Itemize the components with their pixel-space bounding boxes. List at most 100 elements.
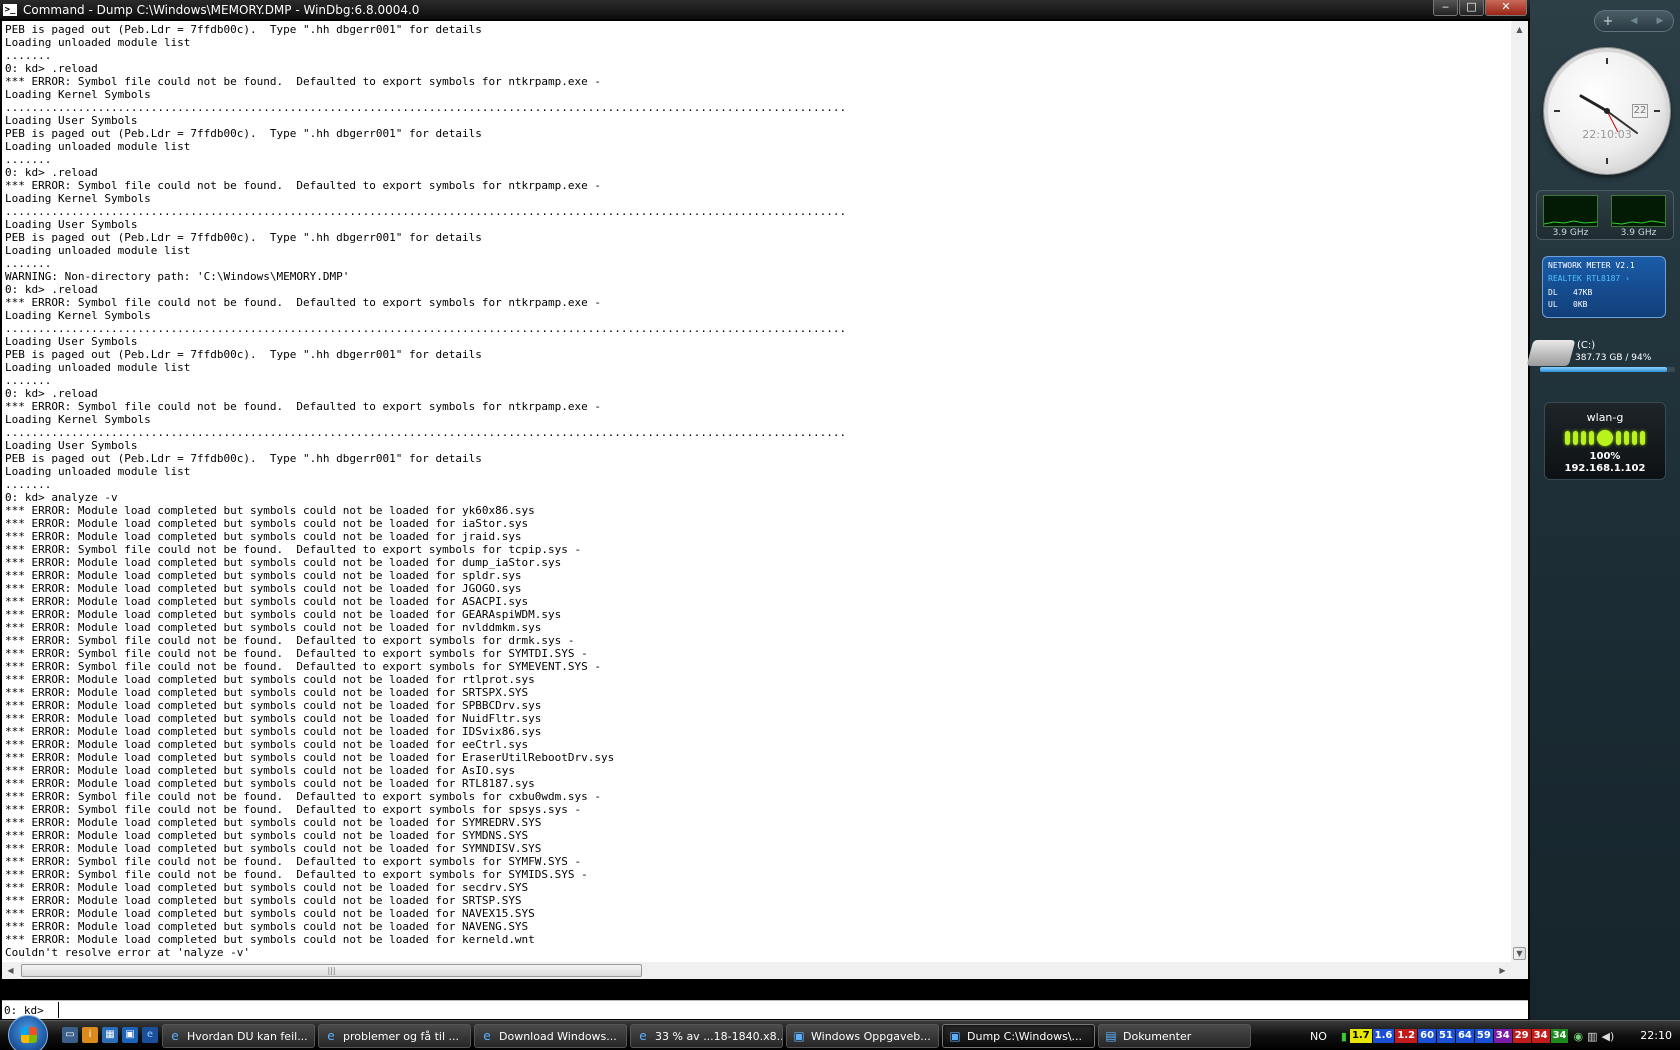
task-app-icon: e xyxy=(639,1029,647,1043)
drive-meter-gadget[interactable]: (C:) 387.73 GB / 94% xyxy=(1526,336,1680,378)
task-app-icon: e xyxy=(483,1029,491,1043)
taskbar-button[interactable]: ▤ Dokumenter xyxy=(1098,1024,1251,1048)
tray-sensor-value[interactable]: 1.7 xyxy=(1349,1029,1372,1043)
minimize-button[interactable]: ‒ xyxy=(1433,0,1458,16)
network-meter-gadget[interactable]: NETWORK METER V2.1 REALTEK RTL8187 › DL … xyxy=(1542,256,1666,318)
maximize-button[interactable]: □ xyxy=(1459,0,1484,16)
download-value: 47KB xyxy=(1573,288,1593,297)
log-line: PEB is paged out (Peb.Ldr = 7ffdb00c). T… xyxy=(5,348,482,361)
clock-gadget[interactable]: 22 22:10:03 xyxy=(1544,48,1670,174)
scroll-right-arrow-icon[interactable]: ▶ xyxy=(1494,962,1511,979)
windows-logo-icon xyxy=(21,1027,37,1043)
tray-sensor-value[interactable]: 59 xyxy=(1474,1029,1493,1043)
windbg-window: >_ Command - Dump C:\Windows\MEMORY.DMP … xyxy=(0,0,1530,1020)
log-line: 0: kd> .reload xyxy=(5,166,98,179)
log-line: *** ERROR: Symbol file could not be foun… xyxy=(5,400,602,413)
task-app-icon: e xyxy=(171,1029,179,1043)
show-desktop-icon[interactable]: ▭ xyxy=(62,1027,78,1043)
log-line: *** ERROR: Module load completed but sym… xyxy=(5,842,542,855)
cpu-core1-graph xyxy=(1543,195,1598,227)
vertical-scrollbar[interactable]: ▲ ▼ xyxy=(1511,21,1528,979)
tray-app-icon[interactable]: ◉ xyxy=(1573,1030,1583,1043)
log-line: ........................................… xyxy=(5,101,847,114)
log-line: *** ERROR: Module load completed but sym… xyxy=(5,777,535,790)
next-gadget-icon[interactable]: ▶ xyxy=(1647,16,1673,26)
language-indicator[interactable]: NO xyxy=(1310,1030,1327,1043)
taskbar-button[interactable]: e Download Windows... xyxy=(474,1024,627,1048)
log-line: *** ERROR: Symbol file could not be foun… xyxy=(5,296,602,309)
title-bar[interactable]: >_ Command - Dump C:\Windows\MEMORY.DMP … xyxy=(0,0,1530,19)
log-line: PEB is paged out (Peb.Ldr = 7ffdb00c). T… xyxy=(5,127,482,140)
caption-buttons: ‒ □ ✕ xyxy=(1433,0,1527,16)
scroll-down-arrow-icon[interactable]: ▼ xyxy=(1511,945,1528,962)
log-line: *** ERROR: Module load completed but sym… xyxy=(5,751,615,764)
log-line: *** ERROR: Symbol file could not be foun… xyxy=(5,647,588,660)
prev-gadget-icon[interactable]: ◀ xyxy=(1621,16,1647,26)
taskbar-button-label: Hvordan DU kan feil... xyxy=(187,1029,308,1043)
add-gadget-icon[interactable]: + xyxy=(1595,14,1621,29)
command-output-pane[interactable]: PEB is paged out (Peb.Ldr = 7ffdb00c). T… xyxy=(2,21,1528,979)
scroll-up-arrow-icon[interactable]: ▲ xyxy=(1511,21,1528,38)
info-icon[interactable]: i xyxy=(82,1027,98,1043)
start-button[interactable] xyxy=(8,1015,48,1050)
close-button[interactable]: ✕ xyxy=(1485,0,1527,16)
log-line: *** ERROR: Module load completed but sym… xyxy=(5,699,542,712)
tray-sensor-values: 1.7 1.6 1.2 60 51 64 59 34 29 34 34 xyxy=(1349,1029,1570,1043)
taskbar-button[interactable]: e problemer og få til ... xyxy=(318,1024,471,1048)
tray-sensor-value[interactable]: 34 xyxy=(1550,1029,1569,1043)
taskbar-button[interactable]: e Hvordan DU kan feil... xyxy=(162,1024,315,1048)
tray-sensor-value[interactable]: 1.2 xyxy=(1395,1029,1418,1043)
log-line: *** ERROR: Module load completed but sym… xyxy=(5,764,515,777)
output-log: PEB is paged out (Peb.Ldr = 7ffdb00c). T… xyxy=(5,23,1510,966)
taskbar-button[interactable]: ▣ Dump C:\Windows\... xyxy=(942,1024,1095,1048)
command-input[interactable] xyxy=(58,1002,1518,1018)
log-line: *** ERROR: Module load completed but sym… xyxy=(5,738,529,751)
tray-sensor-value[interactable]: 51 xyxy=(1437,1029,1455,1043)
cpu-meter-gadget[interactable]: 3.9 GHz 3.9 GHz xyxy=(1536,190,1674,240)
log-line: Loading User Symbols xyxy=(5,218,138,231)
tray-sensor-value[interactable]: 64 xyxy=(1455,1029,1474,1043)
tray-sensor-value[interactable]: 60 xyxy=(1418,1029,1437,1043)
cpu-graph-icon xyxy=(1543,220,1598,225)
log-line: *** ERROR: Module load completed but sym… xyxy=(5,608,562,621)
taskbar-button[interactable]: e 33 % av ...18-1840.x8... xyxy=(630,1024,783,1048)
log-line: *** ERROR: Symbol file could not be foun… xyxy=(5,790,602,803)
log-line: *** ERROR: Symbol file could not be foun… xyxy=(5,543,582,556)
wifi-signal-icon xyxy=(1555,430,1655,446)
cpu-core1-label: 3.9 GHz xyxy=(1552,228,1589,238)
tray-chart-icon[interactable]: ▮ xyxy=(1341,1030,1347,1043)
network-tray-icon[interactable]: ▥ xyxy=(1587,1030,1597,1043)
log-line: *** ERROR: Module load completed but sym… xyxy=(5,517,529,530)
tray-sensor-value[interactable]: 1.6 xyxy=(1372,1029,1395,1043)
log-line: ........................................… xyxy=(5,426,847,439)
tray-sensor-value[interactable]: 34 xyxy=(1531,1029,1550,1043)
taskbar: ▭ i ▦ ▣ e e Hvordan DU kan feil... e proble… xyxy=(0,1015,1680,1050)
log-line: ....... xyxy=(5,153,52,166)
log-line: *** ERROR: Module load completed but sym… xyxy=(5,530,522,543)
log-line: *** ERROR: Module load completed but sym… xyxy=(5,621,542,634)
log-line: *** ERROR: Symbol file could not be foun… xyxy=(5,803,582,816)
log-line: *** ERROR: Module load completed but sym… xyxy=(5,725,542,738)
taskbar-button-label: 33 % av ...18-1840.x8... xyxy=(655,1029,783,1043)
computer-icon[interactable]: ▣ xyxy=(122,1027,138,1043)
scroll-left-arrow-icon[interactable]: ◀ xyxy=(2,962,19,979)
tray-clock[interactable]: 22:10 xyxy=(1640,1029,1672,1042)
log-line: Loading Kernel Symbols xyxy=(5,309,151,322)
taskbar-button[interactable]: ▣ Windows Oppgaveb... xyxy=(786,1024,939,1048)
command-bar: 0: kd> xyxy=(2,1000,1528,1019)
log-line: Loading Kernel Symbols xyxy=(5,192,151,205)
console-icon: >_ xyxy=(3,3,17,16)
log-line: *** ERROR: Symbol file could not be foun… xyxy=(5,75,602,88)
cpu-core2-label: 3.9 GHz xyxy=(1620,228,1657,238)
internet-explorer-icon[interactable]: e xyxy=(142,1027,158,1043)
log-line: ........................................… xyxy=(5,205,847,218)
horizontal-scroll-thumb[interactable]: ||| xyxy=(21,964,642,977)
tray-sensor-value[interactable]: 29 xyxy=(1512,1029,1531,1043)
volume-icon[interactable]: ◀) xyxy=(1602,1030,1615,1043)
wlan-gadget[interactable]: wlan-g 100% 192.168.1.102 xyxy=(1544,402,1666,480)
windows-sidebar: + ◀ ▶ 22 22:10:03 3.9 GHz 3.9 GHz NETWOR… xyxy=(1526,0,1680,1020)
switch-windows-icon[interactable]: ▦ xyxy=(102,1027,118,1043)
log-line: PEB is paged out (Peb.Ldr = 7ffdb00c). T… xyxy=(5,452,482,465)
tray-sensor-value[interactable]: 34 xyxy=(1493,1029,1512,1043)
horizontal-scrollbar[interactable]: ◀ ||| ▶ xyxy=(2,962,1511,979)
